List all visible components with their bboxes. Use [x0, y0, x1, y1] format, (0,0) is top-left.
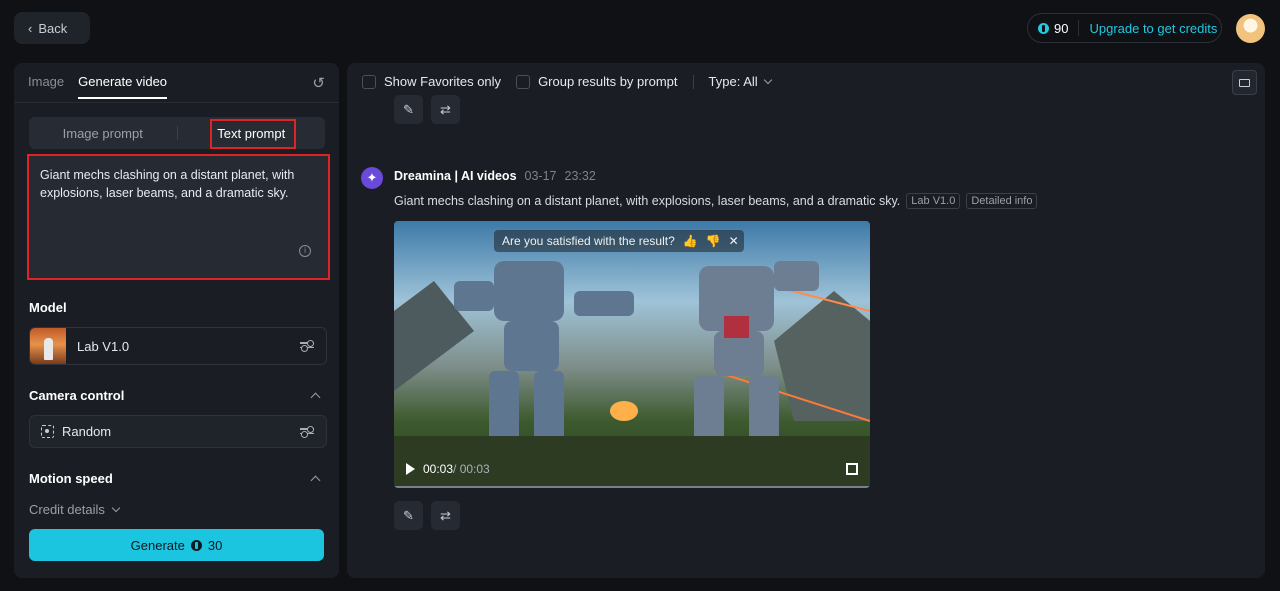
- entry-prompt-text: Giant mechs clashing on a distant planet…: [394, 194, 901, 208]
- chevron-down-icon: [763, 75, 772, 85]
- favorites-checkbox[interactable]: [362, 74, 376, 89]
- tab-generate-video[interactable]: Generate video: [78, 74, 168, 99]
- entry-source: Dreamina | AI videos: [394, 169, 517, 183]
- group-label: Group results by prompt: [538, 74, 678, 89]
- model-label: Model: [29, 300, 67, 315]
- type-dropdown[interactable]: Type: All: [708, 74, 772, 89]
- video-frame: [394, 261, 870, 488]
- detailed-info-tag[interactable]: Detailed info: [966, 193, 1038, 209]
- chevron-up-icon[interactable]: [310, 392, 321, 403]
- chevron-left-icon: ‹: [28, 20, 33, 36]
- camera-value: Random: [62, 424, 112, 439]
- video-controls: 00:03 / 00:03: [406, 462, 490, 476]
- upgrade-link[interactable]: Upgrade to get credits: [1079, 21, 1217, 36]
- divider: [14, 102, 339, 103]
- model-thumbnail: [30, 328, 66, 364]
- edit-button[interactable]: ✎: [394, 95, 423, 124]
- settings-icon[interactable]: [300, 425, 314, 439]
- back-label: Back: [38, 20, 68, 36]
- thumbs-down-icon[interactable]: 👎: [706, 234, 721, 248]
- time-total: / 00:03: [453, 462, 490, 476]
- image-prompt-option[interactable]: Image prompt: [29, 126, 177, 141]
- edit-icon: ✎: [403, 507, 414, 523]
- coin-icon: [190, 539, 202, 551]
- filter-bar: Show Favorites only Group results by pro…: [362, 74, 786, 89]
- settings-icon[interactable]: [300, 339, 314, 353]
- tab-image[interactable]: Image: [28, 74, 64, 99]
- credit-details-label: Credit details: [29, 502, 105, 517]
- close-icon[interactable]: ✕: [729, 234, 739, 248]
- time-current: 00:03: [423, 462, 454, 476]
- generate-button[interactable]: Generate 30: [29, 529, 324, 561]
- fullscreen-icon[interactable]: [846, 463, 858, 475]
- camera-control-label: Camera control: [29, 388, 125, 403]
- model-select[interactable]: Lab V1.0: [29, 327, 327, 365]
- credit-details-toggle[interactable]: Credit details: [29, 502, 121, 517]
- edit-icon: ✎: [403, 101, 414, 117]
- favorites-label: Show Favorites only: [384, 74, 502, 89]
- generate-label: Generate: [130, 537, 185, 553]
- thumbs-up-icon[interactable]: 👍: [683, 234, 698, 248]
- dreamina-icon: ✦: [361, 167, 383, 189]
- avatar[interactable]: [1236, 14, 1265, 43]
- entry-header: Dreamina | AI videos 03-17 23:32: [394, 169, 596, 183]
- video-progress-bar[interactable]: [394, 486, 870, 488]
- repeat-icon: ⇄: [440, 507, 451, 523]
- play-icon[interactable]: [406, 463, 415, 475]
- back-button[interactable]: ‹ Back: [14, 12, 90, 44]
- group-checkbox[interactable]: [516, 74, 531, 89]
- generate-cost: 30: [207, 537, 223, 553]
- results-panel: Show Favorites only Group results by pro…: [347, 63, 1265, 578]
- group-filter[interactable]: Group results by prompt: [516, 74, 678, 89]
- satisfaction-bar: Are you satisfied with the result? 👍 👎 ✕: [494, 230, 744, 252]
- credits-count: 90: [1028, 20, 1080, 36]
- regenerate-button[interactable]: ⇄: [431, 501, 460, 530]
- chevron-down-icon: [111, 503, 121, 513]
- entry-date: 03-17: [524, 169, 557, 183]
- mode-tabs: Image Generate video: [28, 74, 168, 99]
- entry-prompt: Giant mechs clashing on a distant planet…: [394, 193, 1038, 209]
- motion-speed-label: Motion speed: [29, 471, 113, 486]
- folder-icon: [1239, 78, 1250, 87]
- coin-icon: [1038, 22, 1049, 34]
- left-panel: Image Generate video ↺ Image prompt Text…: [14, 63, 339, 578]
- edit-button[interactable]: ✎: [394, 501, 423, 530]
- folder-button[interactable]: [1232, 70, 1257, 95]
- credits-pill[interactable]: 90 Upgrade to get credits: [1027, 13, 1222, 43]
- repeat-icon: ⇄: [440, 101, 451, 117]
- favorites-filter[interactable]: Show Favorites only: [362, 74, 501, 89]
- type-label: Type: All: [708, 74, 758, 89]
- regenerate-button[interactable]: ⇄: [431, 95, 460, 124]
- highlight-prompt-box: [27, 154, 330, 280]
- video-player[interactable]: Are you satisfied with the result? 👍 👎 ✕…: [394, 221, 870, 488]
- reset-icon[interactable]: ↺: [312, 74, 325, 92]
- credits-value: 90: [1054, 20, 1069, 36]
- divider: [692, 74, 694, 89]
- camera-select[interactable]: Random: [29, 415, 327, 448]
- chevron-up-icon[interactable]: [310, 475, 321, 486]
- entry-time: 23:32: [564, 169, 596, 183]
- focus-icon: [41, 425, 54, 438]
- highlight-text-prompt: [210, 119, 296, 149]
- satisfaction-question: Are you satisfied with the result?: [502, 234, 675, 248]
- model-value: Lab V1.0: [77, 338, 130, 354]
- model-tag: Lab V1.0: [906, 193, 961, 209]
